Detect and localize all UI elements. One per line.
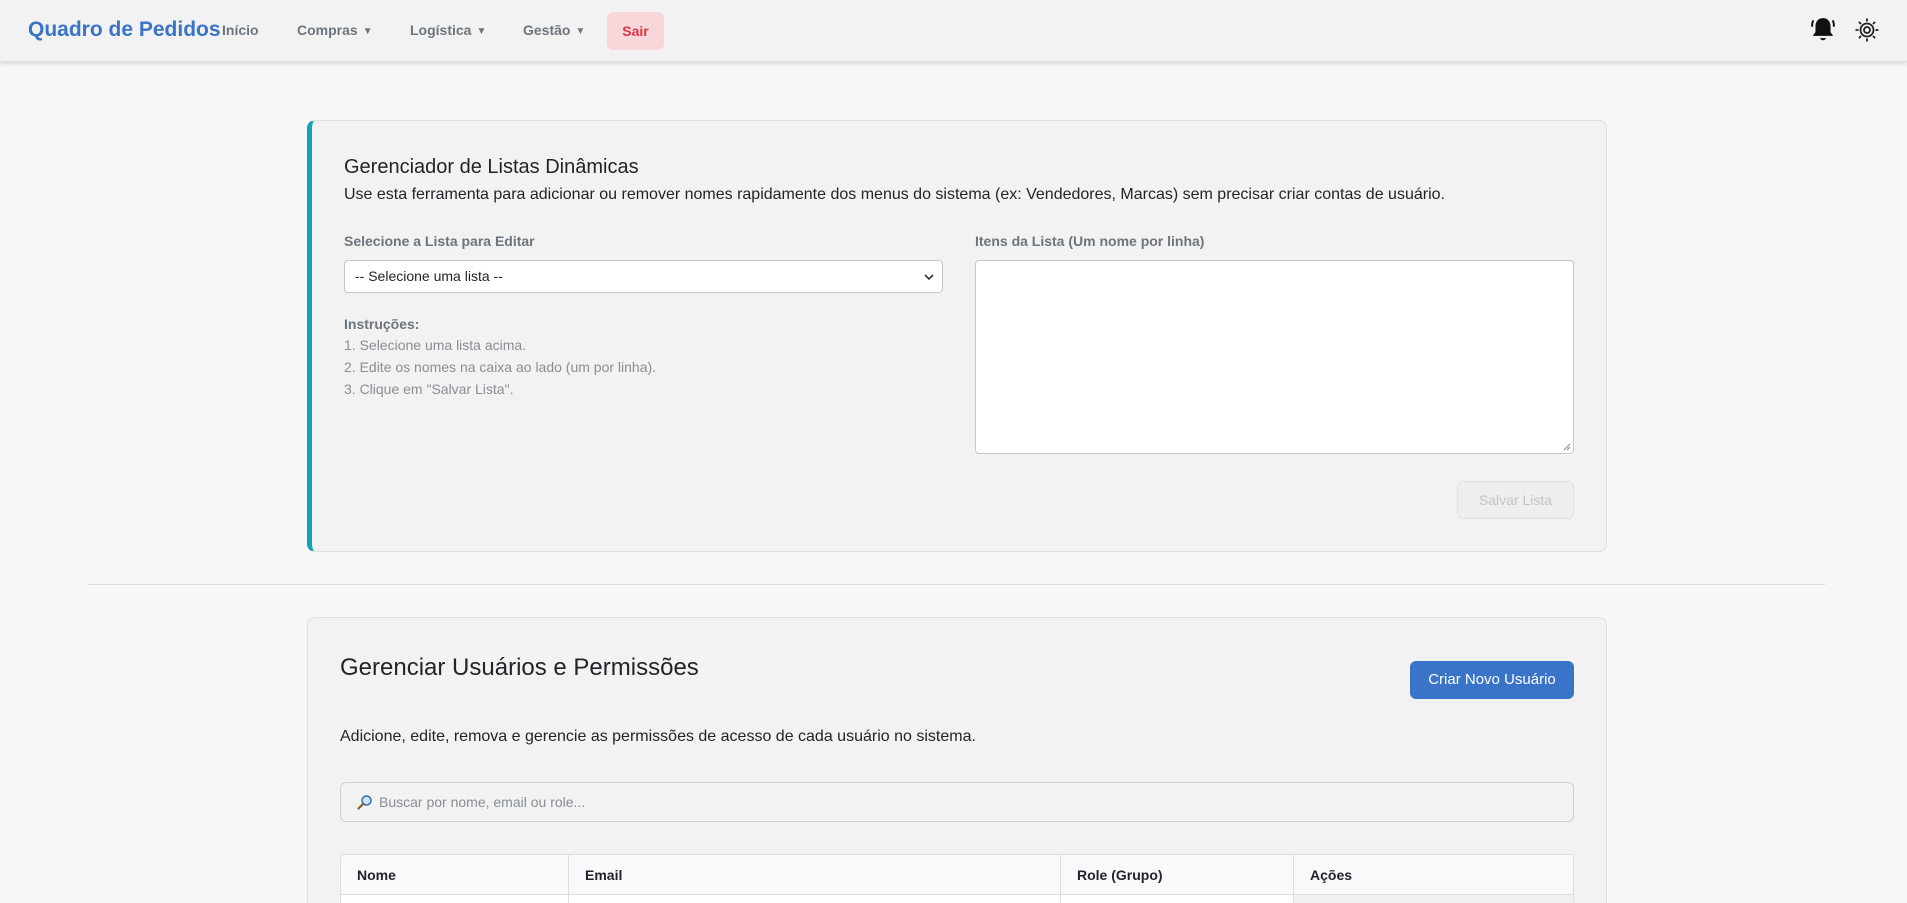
nav-dropdown-logistica[interactable]: Logística ▼ [410, 22, 486, 38]
list-items-label: Itens da Lista (Um nome por linha) [975, 233, 1205, 249]
chevron-down-icon [924, 274, 934, 281]
instruction-line: 3. Clique em "Salvar Lista". [344, 381, 514, 397]
logout-button[interactable]: Sair [607, 12, 664, 50]
users-description: Adicione, edite, remova e gerencie as pe… [340, 728, 976, 745]
nav-link-inicio[interactable]: Início [222, 22, 259, 38]
user-search-input[interactable]: Buscar por nome, email ou role... [340, 782, 1574, 822]
instructions-title: Instruções: [344, 316, 420, 332]
users-title: Gerenciar Usuários e Permissões [340, 654, 699, 681]
column-header-nome[interactable]: Nome [341, 855, 569, 895]
select-list-label: Selecione a Lista para Editar [344, 233, 535, 249]
nav-link-label: Compras [297, 22, 358, 38]
lists-manager-title: Gerenciador de Listas Dinâmicas [344, 156, 639, 178]
table-cell [569, 895, 1061, 903]
search-icon [357, 795, 372, 810]
nav-dropdown-compras[interactable]: Compras ▼ [297, 22, 373, 38]
caret-down-icon: ▼ [476, 26, 487, 37]
caret-down-icon: ▼ [575, 26, 586, 37]
lists-manager-description: Use esta ferramenta para adicionar ou re… [344, 186, 1445, 203]
column-header-email[interactable]: Email [569, 855, 1061, 895]
bell-icon[interactable] [1810, 16, 1836, 44]
users-table: Nome Email Role (Grupo) Ações [340, 854, 1574, 903]
list-items-textarea[interactable] [975, 260, 1574, 454]
caret-down-icon: ▼ [362, 26, 373, 37]
list-select-value: -- Selecione uma lista -- [355, 268, 503, 284]
table-cell [1294, 895, 1573, 903]
nav-link-label: Logística [410, 22, 472, 38]
table-row [341, 895, 1573, 903]
create-user-button[interactable]: Criar Novo Usuário [1410, 661, 1574, 699]
column-header-role[interactable]: Role (Grupo) [1061, 855, 1294, 895]
table-cell [1061, 895, 1294, 903]
section-divider [88, 584, 1825, 585]
column-header-acoes: Ações [1310, 867, 1353, 883]
table-header-row: Nome Email Role (Grupo) Ações [341, 855, 1573, 895]
top-navbar: Quadro de Pedidos Início Compras ▼ Logíst… [0, 0, 1907, 62]
nav-link-label: Gestão [523, 22, 571, 38]
search-placeholder: Buscar por nome, email ou role... [379, 794, 586, 810]
instruction-line: 1. Selecione uma lista acima. [344, 337, 527, 353]
table-cell [341, 895, 569, 903]
nav-link-label: Início [222, 22, 259, 38]
instruction-line: 2. Edite os nomes na caixa ao lado (um p… [344, 359, 657, 375]
list-select[interactable]: -- Selecione uma lista -- [344, 260, 943, 293]
gear-icon[interactable] [1854, 17, 1880, 43]
brand-title[interactable]: Quadro de Pedidos [28, 18, 221, 42]
save-list-button[interactable]: Salvar Lista [1457, 481, 1574, 519]
nav-dropdown-gestao[interactable]: Gestão ▼ [523, 22, 585, 38]
resize-handle-icon[interactable] [1563, 443, 1571, 451]
